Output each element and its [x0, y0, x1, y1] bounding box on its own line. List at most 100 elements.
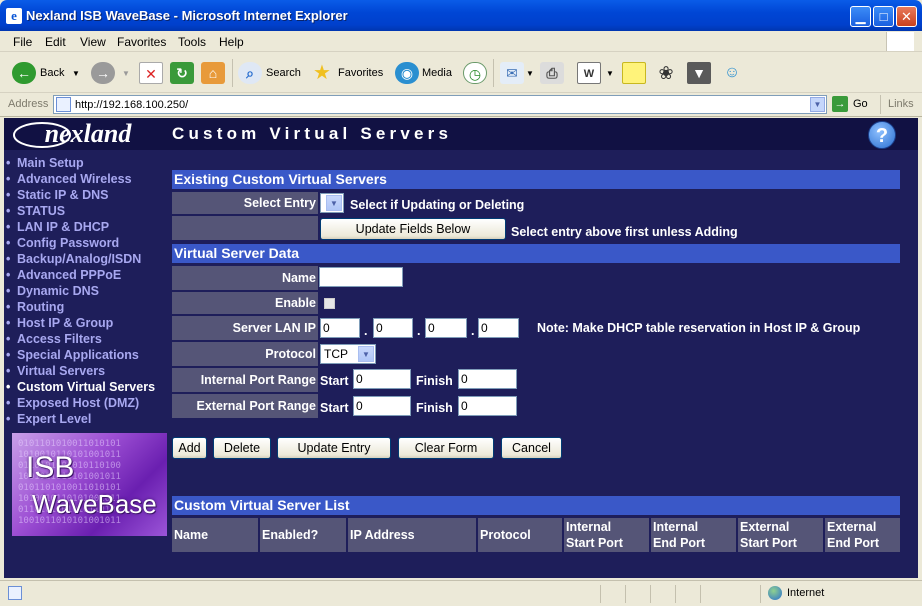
go-button[interactable]: Go: [853, 98, 868, 110]
menu-file[interactable]: File: [13, 35, 32, 49]
mail-icon[interactable]: ✉: [500, 62, 524, 84]
menu-view[interactable]: View: [80, 35, 106, 49]
sidebar-item-label[interactable]: Virtual Servers: [17, 364, 105, 378]
history-icon[interactable]: ◷: [463, 62, 487, 84]
media-button-label[interactable]: Media: [422, 67, 452, 79]
sidebar-item-host-ip-group[interactable]: • Host IP & Group: [6, 316, 171, 332]
chevron-down-icon[interactable]: ▼: [358, 346, 374, 362]
sidebar-item-label[interactable]: Exposed Host (DMZ): [17, 396, 139, 410]
ip-octet-2-input[interactable]: 0: [373, 318, 413, 338]
forward-arrow-icon[interactable]: →: [91, 62, 115, 84]
forward-dropdown-icon[interactable]: ▼: [122, 69, 130, 78]
menu-favorites[interactable]: Favorites: [117, 35, 166, 49]
col-internal-end-port: Internal End Port: [651, 518, 736, 552]
add-button[interactable]: Add: [172, 437, 207, 459]
bullet-icon: •: [6, 172, 11, 186]
delete-button[interactable]: Delete: [213, 437, 271, 459]
internal-finish-input[interactable]: 0: [458, 369, 517, 389]
address-url[interactable]: http://192.168.100.250/: [75, 99, 188, 111]
sidebar-item-label[interactable]: STATUS: [17, 204, 65, 218]
sidebar-item-label[interactable]: Routing: [17, 300, 64, 314]
windows-logo-icon: [886, 32, 914, 51]
sidebar-item-label[interactable]: Expert Level: [17, 412, 91, 426]
sidebar-item-label[interactable]: Access Filters: [17, 332, 102, 346]
discuss-icon[interactable]: [622, 62, 646, 84]
home-icon[interactable]: ⌂: [201, 62, 225, 84]
ip-octet-3-input[interactable]: 0: [425, 318, 467, 338]
search-icon[interactable]: ⌕: [238, 62, 262, 84]
search-button-label[interactable]: Search: [266, 67, 301, 79]
sidebar-item-special-applications[interactable]: • Special Applications: [6, 348, 171, 364]
menu-help[interactable]: Help: [219, 35, 244, 49]
maximize-button[interactable]: □: [873, 6, 894, 27]
name-input[interactable]: [319, 267, 403, 287]
sidebar-item-main-setup[interactable]: • Main Setup: [6, 156, 171, 172]
ip-octet-1-input[interactable]: 0: [320, 318, 360, 338]
research-icon[interactable]: ▼: [687, 62, 711, 84]
sidebar-item-advanced-wireless[interactable]: • Advanced Wireless: [6, 172, 171, 188]
address-input[interactable]: http://192.168.100.250/ ▼: [53, 95, 827, 114]
close-button[interactable]: ✕: [896, 6, 917, 27]
enable-checkbox[interactable]: [324, 298, 335, 309]
sidebar-item-label[interactable]: Advanced Wireless: [17, 172, 132, 186]
chevron-down-icon[interactable]: ▼: [326, 195, 342, 211]
internal-start-input[interactable]: 0: [353, 369, 411, 389]
select-entry-dropdown[interactable]: ▼: [320, 193, 344, 213]
sidebar-item-label[interactable]: Custom Virtual Servers: [17, 380, 155, 394]
stop-icon[interactable]: ✕: [139, 62, 163, 84]
sidebar-item-label[interactable]: Special Applications: [17, 348, 139, 362]
sidebar-item-label[interactable]: Host IP & Group: [17, 316, 113, 330]
sidebar-item-label[interactable]: Main Setup: [17, 156, 84, 170]
back-arrow-icon[interactable]: ←: [12, 62, 36, 84]
sidebar-item-label[interactable]: LAN IP & DHCP: [17, 220, 109, 234]
protocol-select[interactable]: TCP ▼: [320, 344, 376, 364]
sidebar-item-static-ip-dns[interactable]: • Static IP & DNS: [6, 188, 171, 204]
sidebar-item-status[interactable]: • STATUS: [6, 204, 171, 220]
sidebar-item-exposed-host-dmz[interactable]: • Exposed Host (DMZ): [6, 396, 171, 412]
flower-icon[interactable]: ❀: [654, 62, 678, 84]
help-icon[interactable]: ?: [868, 121, 896, 149]
favorites-button-label[interactable]: Favorites: [338, 67, 383, 79]
sidebar-item-label[interactable]: Config Password: [17, 236, 119, 250]
external-start-input[interactable]: 0: [353, 396, 411, 416]
messenger-icon[interactable]: ☺: [720, 62, 744, 84]
mail-dropdown-icon[interactable]: ▼: [526, 69, 534, 78]
external-finish-input[interactable]: 0: [458, 396, 517, 416]
sidebar-item-label[interactable]: Backup/Analog/ISDN: [17, 252, 141, 266]
sidebar-item-routing[interactable]: • Routing: [6, 300, 171, 316]
sidebar-item-label[interactable]: Static IP & DNS: [17, 188, 108, 202]
print-icon[interactable]: ⎙: [540, 62, 564, 84]
refresh-icon[interactable]: ↻: [170, 62, 194, 84]
address-dropdown-icon[interactable]: ▼: [810, 97, 825, 112]
media-icon[interactable]: ◉: [395, 62, 419, 84]
ip-octet-4-input[interactable]: 0: [478, 318, 519, 338]
sidebar-item-label[interactable]: Dynamic DNS: [17, 284, 99, 298]
sidebar-item-lan-ip-dhcp[interactable]: • LAN IP & DHCP: [6, 220, 171, 236]
sidebar-item-backup-analog-isdn[interactable]: • Backup/Analog/ISDN: [6, 252, 171, 268]
back-dropdown-icon[interactable]: ▼: [72, 69, 80, 78]
window-titlebar[interactable]: e Nexland ISB WaveBase - Microsoft Inter…: [0, 0, 922, 31]
minimize-button[interactable]: ▁: [850, 6, 871, 27]
edit-icon[interactable]: W: [577, 62, 601, 84]
col-external-end-line1: External: [827, 520, 877, 534]
sidebar-item-dynamic-dns[interactable]: • Dynamic DNS: [6, 284, 171, 300]
links-button[interactable]: Links: [888, 98, 914, 110]
update-fields-button[interactable]: Update Fields Below: [320, 218, 506, 240]
menu-edit[interactable]: Edit: [45, 35, 66, 49]
sidebar-item-advanced-pppoe[interactable]: • Advanced PPPoE: [6, 268, 171, 284]
cancel-button[interactable]: Cancel: [501, 437, 562, 459]
clear-form-button[interactable]: Clear Form: [398, 437, 494, 459]
sidebar-item-label[interactable]: Advanced PPPoE: [17, 268, 121, 282]
menu-tools[interactable]: Tools: [178, 35, 206, 49]
update-entry-button[interactable]: Update Entry: [277, 437, 391, 459]
bullet-icon: •: [6, 396, 11, 410]
sidebar-item-access-filters[interactable]: • Access Filters: [6, 332, 171, 348]
go-arrow-icon[interactable]: →: [832, 96, 848, 112]
sidebar-item-config-password[interactable]: • Config Password: [6, 236, 171, 252]
edit-dropdown-icon[interactable]: ▼: [606, 69, 614, 78]
back-button-label[interactable]: Back: [40, 67, 64, 79]
sidebar-item-custom-virtual-servers[interactable]: • Custom Virtual Servers: [6, 380, 171, 396]
favorites-star-icon[interactable]: ★: [310, 62, 334, 84]
sidebar-item-virtual-servers[interactable]: • Virtual Servers: [6, 364, 171, 380]
sidebar-item-expert-level[interactable]: • Expert Level: [6, 412, 171, 428]
